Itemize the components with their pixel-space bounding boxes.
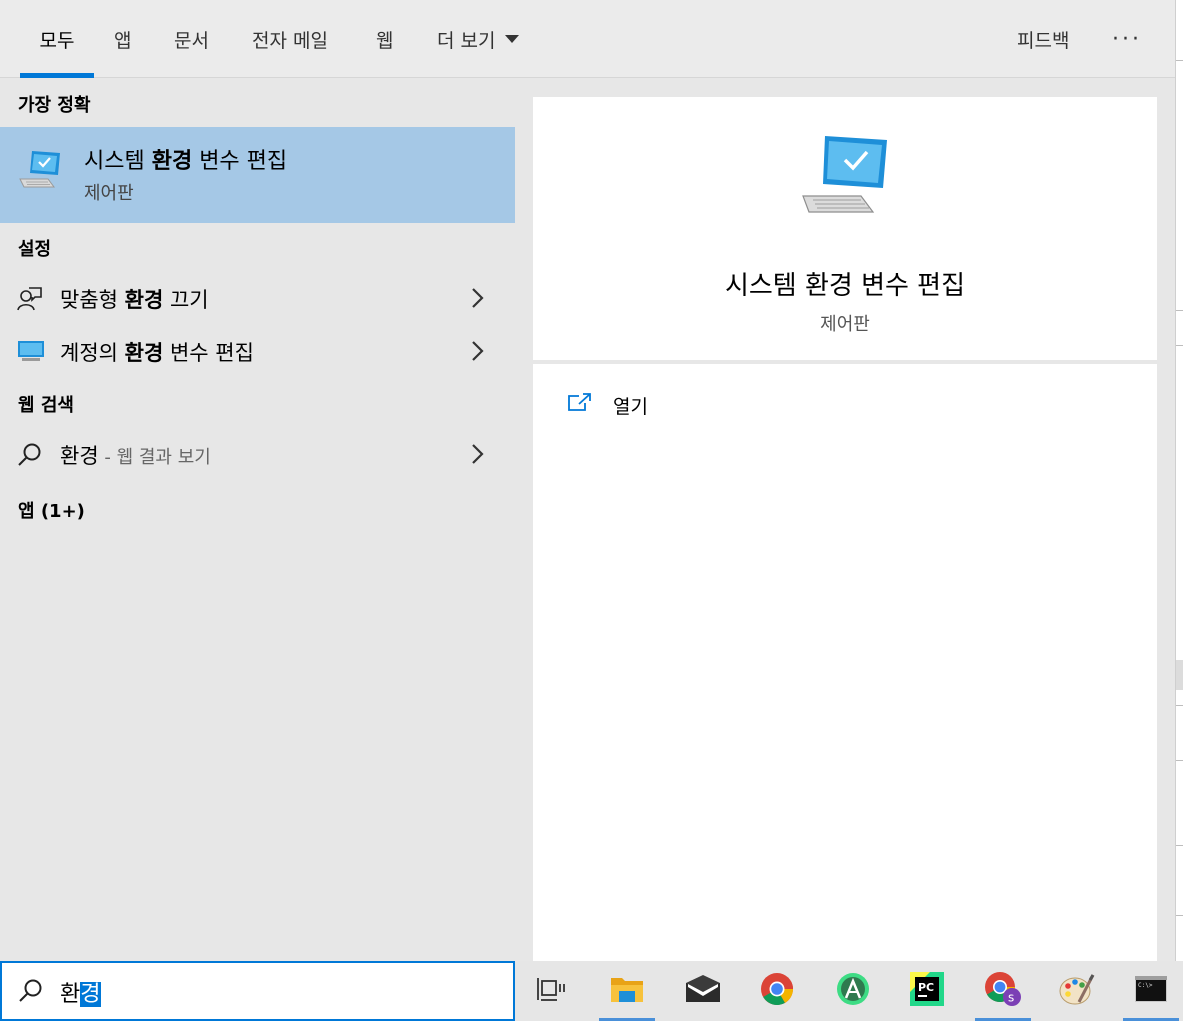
- search-icon: [17, 442, 43, 472]
- best-match-subtitle: 제어판: [84, 183, 134, 204]
- person-feedback-icon: [17, 286, 43, 316]
- open-external-icon: [567, 392, 593, 418]
- monitor-icon: [17, 339, 45, 367]
- taskbar-mail[interactable]: [671, 961, 735, 1021]
- setting-item-label: 계정의 환경 변수 편집: [60, 341, 254, 365]
- taskbar-command-prompt[interactable]: C:\>: [1119, 961, 1183, 1021]
- open-action-label: 열기: [613, 395, 648, 418]
- chrome-profile-icon: s: [984, 971, 1022, 1011]
- tab-web-label: 웹: [376, 29, 394, 52]
- taskbar-android-studio[interactable]: [821, 961, 885, 1021]
- more-options-icon: ···: [1112, 26, 1142, 52]
- best-match-heading: 가장 정확: [18, 95, 91, 116]
- best-match-title: 시스템 환경 변수 편집: [84, 149, 288, 174]
- tab-web[interactable]: 웹: [376, 0, 393, 78]
- preview-subtitle: 제어판: [820, 314, 870, 335]
- search-icon: [18, 978, 44, 1008]
- taskbar-chrome-profile[interactable]: s: [971, 961, 1035, 1021]
- best-match-result[interactable]: 시스템 환경 변수 편집 제어판: [0, 127, 515, 223]
- setting-item-account-env[interactable]: 계정의 환경 변수 편집: [0, 327, 515, 377]
- feedback-label: 피드백: [1017, 29, 1070, 52]
- apps-heading: 앱 (1+): [18, 501, 85, 522]
- chevron-right-icon: [470, 286, 486, 314]
- tab-email-label: 전자 메일: [252, 29, 328, 52]
- setting-item-adaptive-env[interactable]: 맞춤형 환경 끄기: [0, 274, 515, 324]
- more-options-button[interactable]: ···: [1112, 0, 1142, 78]
- tab-all-label: 모두: [39, 29, 75, 52]
- results-panel: 가장 정확 시스템 환경 변수 편집 제어판 설정 맞춤형 환경 끄기 계정의 …: [0, 78, 515, 961]
- taskbar: PC s C:\>: [515, 961, 1183, 1021]
- folder-icon: [610, 974, 644, 1008]
- setting-item-label: 맞춤형 환경 끄기: [60, 288, 209, 312]
- taskbar-paint[interactable]: [1045, 961, 1109, 1021]
- pycharm-icon: PC: [910, 972, 944, 1010]
- taskbar-pycharm[interactable]: PC: [895, 961, 959, 1021]
- tab-all[interactable]: 모두: [20, 0, 94, 78]
- svg-text:s: s: [1008, 991, 1014, 1005]
- svg-text:PC: PC: [918, 981, 934, 994]
- feedback-button[interactable]: 피드백: [1017, 0, 1069, 78]
- tab-more-label: 더 보기: [437, 29, 496, 52]
- tab-apps[interactable]: 앱: [114, 0, 131, 78]
- preview-actions: 열기: [533, 364, 1157, 961]
- tab-email[interactable]: 전자 메일: [252, 0, 328, 78]
- computer-check-icon: [801, 132, 891, 220]
- tab-documents-label: 문서: [174, 29, 209, 52]
- computer-check-icon: [18, 149, 64, 195]
- taskbar-chrome[interactable]: [745, 961, 809, 1021]
- search-query: 환경: [60, 982, 101, 1007]
- preview-panel: 시스템 환경 변수 편집 제어판 열기: [515, 78, 1175, 961]
- svg-text:C:\>: C:\>: [1138, 982, 1153, 989]
- chevron-right-icon: [470, 442, 486, 470]
- taskbar-file-explorer[interactable]: [595, 961, 659, 1021]
- open-action[interactable]: 열기: [567, 390, 648, 420]
- chevron-right-icon: [470, 339, 486, 367]
- chrome-icon: [760, 972, 794, 1010]
- paint-palette-icon: [1059, 972, 1095, 1010]
- terminal-icon: C:\>: [1134, 975, 1168, 1007]
- chevron-down-icon: [505, 35, 520, 43]
- tab-documents[interactable]: 문서: [174, 0, 209, 78]
- mail-icon: [685, 975, 721, 1007]
- search-input[interactable]: 환경: [0, 961, 515, 1021]
- task-view-icon: [537, 976, 565, 1006]
- web-search-result[interactable]: 환경 - 웹 결과 보기: [0, 430, 515, 480]
- task-view-button[interactable]: [519, 961, 583, 1021]
- background-window-edge: [1175, 0, 1183, 1021]
- preview-card: 시스템 환경 변수 편집 제어판: [533, 97, 1157, 360]
- web-search-heading: 웹 검색: [18, 395, 74, 416]
- settings-heading: 설정: [18, 239, 52, 260]
- tab-apps-label: 앱: [114, 29, 132, 52]
- search-filter-tabbar: 모두 앱 문서 전자 메일 웹 더 보기 피드백 ···: [0, 0, 1175, 78]
- preview-title: 시스템 환경 변수 편집: [724, 271, 966, 301]
- web-search-label: 환경 - 웹 결과 보기: [60, 444, 211, 468]
- android-studio-icon: [836, 972, 870, 1010]
- tab-more[interactable]: 더 보기: [437, 0, 520, 78]
